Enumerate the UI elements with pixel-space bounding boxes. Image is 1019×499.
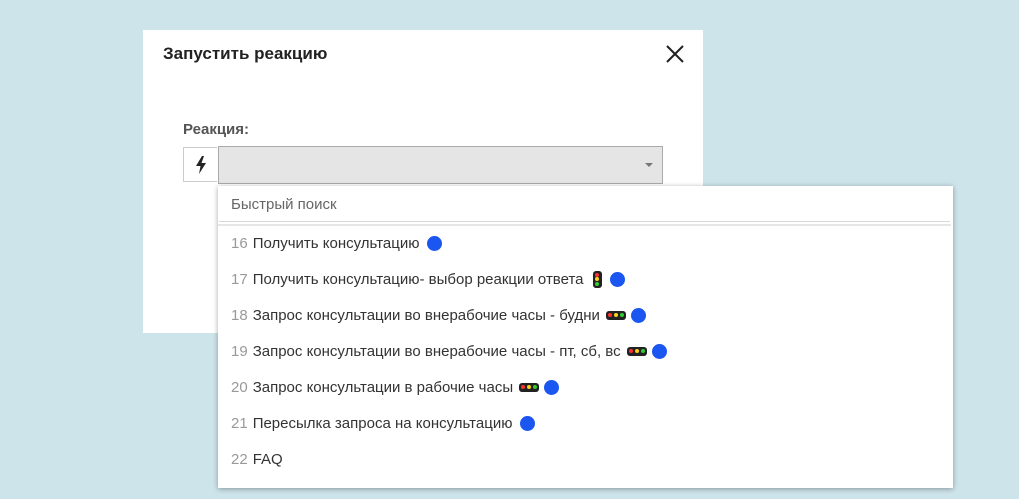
option-number: 17 — [231, 270, 248, 288]
reaction-field-label: Реакция: — [183, 121, 250, 138]
blue-dot-icon — [609, 271, 625, 287]
horizontal-traffic-light-icon — [626, 346, 647, 356]
blue-dot-icon — [544, 379, 560, 395]
reaction-options-list: 16 Получить консультацию 17 Получить кон… — [218, 225, 951, 477]
reaction-option-21[interactable]: 21 Пересылка запроса на консультацию — [218, 405, 951, 441]
reaction-option-17[interactable]: 17 Получить консультацию- выбор реакции … — [218, 261, 951, 297]
reaction-select[interactable] — [218, 146, 663, 184]
blue-dot-icon — [651, 343, 667, 359]
reaction-field-addon — [183, 147, 217, 182]
chevron-down-icon[interactable] — [645, 163, 653, 167]
option-label: Получить консультацию- выбор реакции отв… — [252, 270, 584, 288]
dialog-title: Запустить реакцию — [163, 44, 328, 63]
close-button[interactable] — [663, 42, 687, 66]
reaction-option-18[interactable]: 18 Запрос консультации во внерабочие час… — [218, 297, 951, 333]
horizontal-traffic-light-icon — [605, 310, 626, 320]
vertical-traffic-light-icon — [592, 270, 602, 288]
blue-dot-icon — [427, 235, 443, 251]
option-number: 16 — [231, 234, 248, 252]
option-number: 22 — [231, 450, 248, 468]
option-number: 19 — [231, 342, 248, 360]
blue-dot-icon — [520, 415, 536, 431]
option-label: FAQ — [252, 450, 283, 468]
blue-dot-icon — [630, 307, 646, 323]
reaction-option-22[interactable]: 22 FAQ — [218, 441, 951, 477]
option-label: Запрос консультации во внерабочие часы -… — [252, 342, 621, 360]
reaction-option-20[interactable]: 20 Запрос консультации в рабочие часы — [218, 369, 951, 405]
option-label: Получить консультацию — [252, 234, 420, 252]
option-number: 20 — [231, 378, 248, 396]
option-number: 18 — [231, 306, 248, 324]
option-label: Запрос консультации в рабочие часы — [252, 378, 514, 396]
reaction-dropdown: 16 Получить консультацию 17 Получить кон… — [218, 186, 953, 488]
option-number: 21 — [231, 414, 248, 432]
option-label: Пересылка запроса на консультацию — [252, 414, 513, 432]
reaction-option-19[interactable]: 19 Запрос консультации во внерабочие час… — [218, 333, 951, 369]
horizontal-traffic-light-icon — [519, 382, 540, 392]
lightning-icon — [195, 155, 206, 174]
reaction-option-16[interactable]: 16 Получить консультацию — [218, 225, 951, 261]
quick-search-input[interactable] — [219, 187, 950, 222]
close-icon[interactable] — [663, 42, 687, 66]
option-label: Запрос консультации во внерабочие часы -… — [252, 306, 600, 324]
